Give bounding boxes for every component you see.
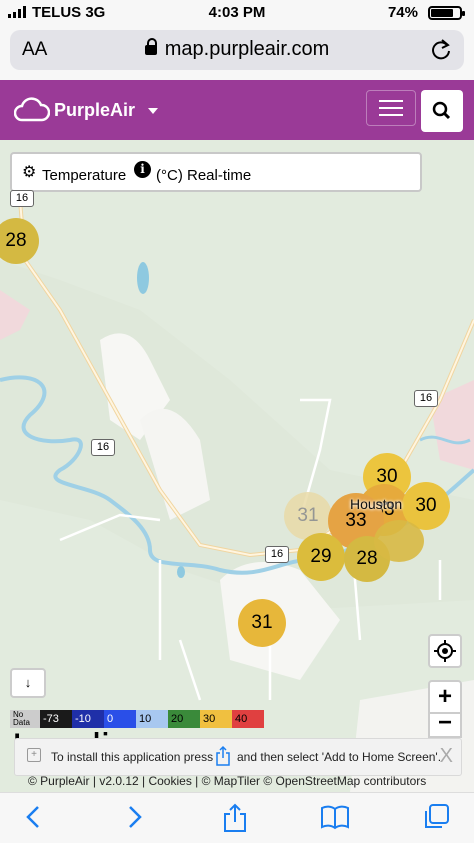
zoom-out-button[interactable]: − [428, 711, 462, 738]
install-text-before: To install this application press [51, 750, 214, 764]
locate-button[interactable] [428, 634, 462, 668]
install-prompt: + To install this application press and … [14, 738, 462, 776]
menu-button[interactable] [366, 90, 416, 126]
browser-toolbar [0, 792, 474, 843]
crosshair-icon [434, 640, 456, 662]
color-legend: No Data -73 -10 0 10 20 30 40 [10, 710, 264, 728]
reload-icon[interactable] [430, 38, 452, 62]
road-shield: 16 [91, 439, 115, 456]
install-text-after: and then select 'Add to Home Screen'. [237, 750, 442, 764]
brand-name[interactable]: PurpleAir [54, 100, 135, 121]
status-bar: TELUS 3G 4:03 PM 74% [0, 0, 474, 26]
arrow-down-icon: ↓ [24, 675, 32, 690]
legend-item: -73 [40, 710, 72, 728]
search-icon [432, 101, 451, 120]
sensor-marker[interactable]: 29 [297, 533, 345, 581]
place-label: Houston [350, 496, 403, 512]
sensor-marker-cluster[interactable] [374, 520, 424, 562]
share-icon[interactable] [222, 803, 248, 838]
lock-icon [144, 38, 157, 55]
cloud-logo-icon [14, 97, 50, 122]
add-icon: + [27, 748, 41, 762]
sensor-type-label: Temperature [42, 167, 127, 184]
road-shield: 16 [10, 190, 34, 207]
forward-icon[interactable] [124, 803, 146, 836]
back-icon[interactable] [22, 803, 44, 836]
legend-item: 10 [136, 710, 168, 728]
sensor-type-selector[interactable]: ⚙ Temperature i (°C) Real-time [10, 152, 422, 192]
url-display[interactable]: map.purpleair.com [10, 38, 464, 61]
close-install-button[interactable]: X [440, 745, 453, 768]
road-shield: 16 [265, 546, 289, 563]
chevron-down-icon[interactable] [148, 108, 158, 114]
sensor-unit-label: (°C) Real-time [156, 167, 252, 184]
road-shield: 16 [414, 390, 438, 407]
legend-item: No Data [10, 710, 40, 728]
download-button[interactable]: ↓ [10, 668, 46, 698]
app-header: PurpleAir [0, 80, 474, 140]
share-icon [216, 745, 230, 766]
search-button[interactable] [421, 90, 463, 132]
sensor-marker[interactable]: 31 [238, 599, 286, 647]
info-icon[interactable]: i [134, 161, 151, 178]
bookmarks-icon[interactable] [320, 803, 350, 836]
gear-icon[interactable]: ⚙ [22, 162, 36, 182]
tabs-icon[interactable] [422, 803, 450, 836]
legend-item: 0 [104, 710, 136, 728]
battery-icon [428, 6, 465, 20]
legend-item: -10 [72, 710, 104, 728]
legend-item: 30 [200, 710, 232, 728]
legend-item: 20 [168, 710, 200, 728]
battery-percent: 74% [387, 4, 418, 21]
browser-address-area: AA map.purpleair.com [0, 26, 474, 80]
map-view[interactable]: ⚙ Temperature i (°C) Real-time 16 16 16 … [0, 140, 474, 792]
address-bar[interactable]: AA map.purpleair.com [10, 30, 464, 70]
map-attribution[interactable]: © PurpleAir | v2.0.12 | Cookies | © MapT… [28, 774, 426, 788]
legend-item: 40 [232, 710, 264, 728]
